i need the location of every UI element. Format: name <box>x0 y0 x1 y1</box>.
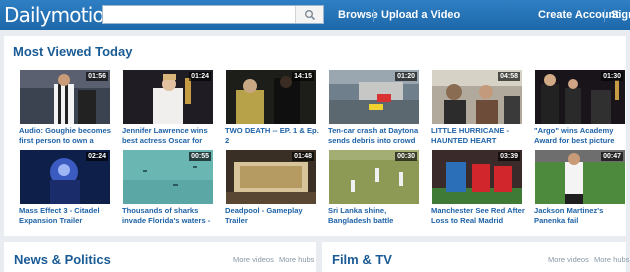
video-thumbnail[interactable]: 01:30 <box>535 70 625 124</box>
video-title-link[interactable]: Jackson Martinez's Panenka fail <box>534 206 628 226</box>
search-button[interactable] <box>295 6 323 23</box>
most-viewed-panel: Most Viewed Today 01:56 01:24 14:15 01:2… <box>4 36 626 236</box>
nav-create-account-link[interactable]: Create Account <box>538 0 619 30</box>
video-title-link[interactable]: Deadpool - Gameplay Trailer <box>225 206 319 226</box>
nav-sign-in-link[interactable]: Sign <box>611 0 630 30</box>
video-thumbnail[interactable]: 04:58 <box>432 70 522 124</box>
search-input[interactable] <box>103 6 295 23</box>
video-title-link[interactable]: Thousands of sharks invade Florida's wat… <box>122 206 216 226</box>
video-thumbnail[interactable]: 01:56 <box>20 70 110 124</box>
news-more-videos-link[interactable]: More videos <box>233 255 274 264</box>
video-title-link[interactable]: "Argo" wins Academy Award for best pictu… <box>534 126 628 146</box>
video-thumbnail[interactable]: 00:30 <box>329 150 419 204</box>
video-duration: 00:55 <box>189 152 211 161</box>
video-duration: 01:30 <box>601 72 623 81</box>
film-more-videos-link[interactable]: More videos <box>548 255 589 264</box>
video-duration: 01:24 <box>189 72 211 81</box>
video-title-link[interactable]: Mass Effect 3 - Citadel Expansion Traile… <box>19 206 113 226</box>
video-duration: 14:15 <box>292 72 314 81</box>
video-duration: 04:58 <box>498 72 520 81</box>
video-duration: 01:56 <box>86 72 108 81</box>
video-thumbnail[interactable]: 02:24 <box>20 150 110 204</box>
film-more-hubs-link[interactable]: More hubs <box>594 255 629 264</box>
search-box <box>102 5 324 24</box>
video-thumbnail[interactable]: 03:39 <box>432 150 522 204</box>
video-title-link[interactable]: Sri Lanka shine, Bangladesh battle <box>328 206 422 226</box>
video-duration: 00:47 <box>601 152 623 161</box>
film-tv-title[interactable]: Film & TV <box>332 252 392 267</box>
video-duration: 01:48 <box>292 152 314 161</box>
video-duration: 01:20 <box>395 72 417 81</box>
video-thumbnail[interactable]: 14:15 <box>226 70 316 124</box>
news-politics-section: News & Politics More videos More hubs <box>4 242 316 272</box>
video-duration: 00:30 <box>395 152 417 161</box>
video-thumbnail[interactable]: 01:48 <box>226 150 316 204</box>
film-tv-section: Film & TV More videos More hubs <box>322 242 629 272</box>
dailymotion-logo[interactable]: Dailymotion <box>4 3 117 27</box>
video-title-link[interactable]: Jennifer Lawrence wins best actress Osca… <box>122 126 216 146</box>
nav-separator <box>604 9 605 22</box>
top-navigation-bar: Dailymotion Browse Upload a Video Create… <box>0 0 630 30</box>
video-title-link[interactable]: Audio: Goughie becomes first person to o… <box>19 126 113 146</box>
video-title-link[interactable]: TWO DEATH -- EP. 1 & Ep. 2 <box>225 126 319 146</box>
video-thumbnail[interactable]: 00:47 <box>535 150 625 204</box>
news-politics-title[interactable]: News & Politics <box>14 252 111 267</box>
video-title-link[interactable]: Ten-car crash at Daytona sends debris in… <box>328 126 422 146</box>
video-duration: 02:24 <box>86 152 108 161</box>
video-duration: 03:39 <box>498 152 520 161</box>
nav-separator <box>373 9 374 22</box>
video-thumbnail[interactable]: 01:20 <box>329 70 419 124</box>
news-more-hubs-link[interactable]: More hubs <box>279 255 314 264</box>
nav-upload-link[interactable]: Upload a Video <box>381 0 460 30</box>
video-title-link[interactable]: LITTLE HURRICANE - HAUNTED HEART <box>431 126 525 146</box>
most-viewed-title: Most Viewed Today <box>13 44 133 59</box>
video-thumbnail[interactable]: 01:24 <box>123 70 213 124</box>
search-icon <box>305 10 316 21</box>
video-thumbnail[interactable]: 00:55 <box>123 150 213 204</box>
nav-browse-link[interactable]: Browse <box>338 0 378 30</box>
video-title-link[interactable]: Manchester See Red After Loss to Real Ma… <box>431 206 525 226</box>
